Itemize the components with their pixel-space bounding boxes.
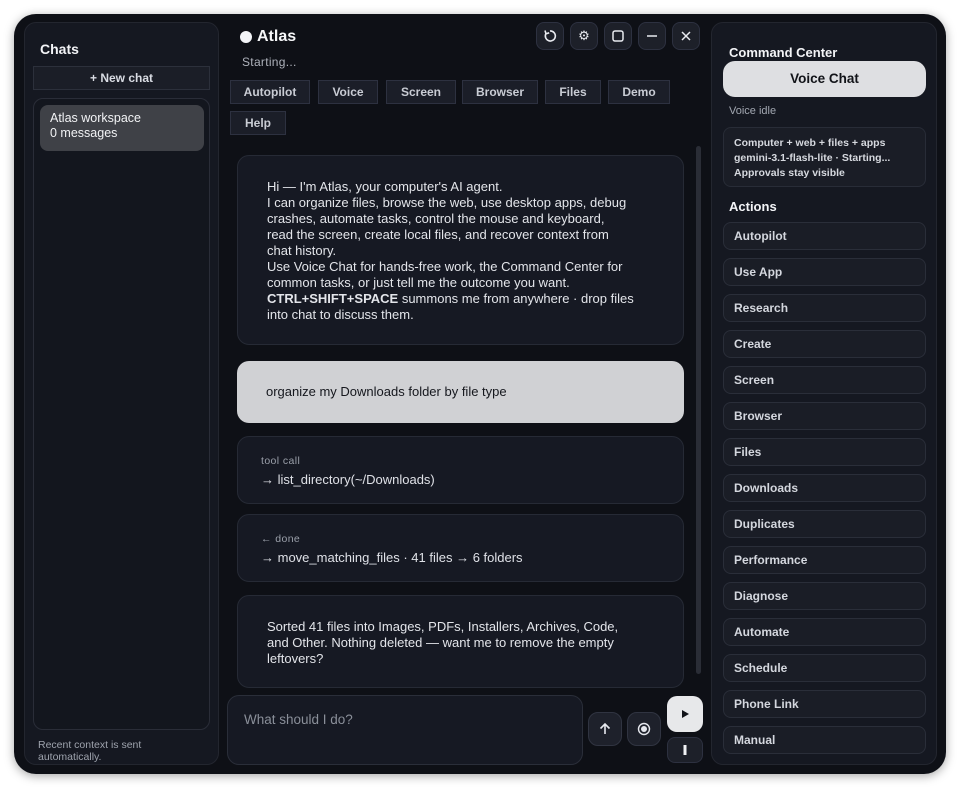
tool-call-text: → list_directory(~/Downloads)	[261, 472, 435, 487]
shortcut-keys: CTRL+SHIFT+SPACE	[267, 291, 399, 306]
intro-line: into chat to discuss them.	[267, 307, 414, 322]
intro-line: I can organize files, browse the web, us…	[267, 195, 627, 210]
action-manual[interactable]: Manual	[723, 726, 926, 754]
user-message: organize my Downloads folder by file typ…	[237, 361, 684, 423]
action-autopilot[interactable]: Autopilot	[723, 222, 926, 250]
user-message-text: organize my Downloads folder by file typ…	[266, 384, 507, 399]
intro-line: Hi — I'm Atlas, your computer's AI agent…	[267, 179, 503, 194]
intro-line: crashes, automate tasks, control the mou…	[267, 211, 605, 226]
minimize-icon	[647, 35, 657, 37]
voice-record-button[interactable]	[627, 712, 661, 746]
app-window: Chats + New chat Atlas workspace 0 messa…	[14, 14, 946, 774]
send-button[interactable]	[667, 696, 703, 732]
model-line: gemini-3.1-flash-lite · Starting...	[734, 152, 891, 164]
reply-line: and Other. Nothing deleted — want me to …	[267, 635, 614, 650]
command-center-title: Command Center	[729, 45, 838, 60]
action-duplicates[interactable]: Duplicates	[723, 510, 926, 538]
action-downloads[interactable]: Downloads	[723, 474, 926, 502]
approvals-line: Approvals stay visible	[734, 167, 845, 179]
tab-browser[interactable]: Browser	[462, 80, 538, 104]
intro-line: chat history.	[267, 243, 337, 258]
reply-text: Sorted 41 files into Images, PDFs, Insta…	[267, 619, 618, 667]
conversation-scrollbar[interactable]	[696, 146, 701, 674]
upload-button[interactable]	[588, 712, 622, 746]
action-performance[interactable]: Performance	[723, 546, 926, 574]
app-name: Atlas	[257, 28, 297, 45]
voice-status: Voice idle	[729, 105, 777, 117]
action-files[interactable]: Files	[723, 438, 926, 466]
action-screen[interactable]: Screen	[723, 366, 926, 394]
intro-line: common tasks, or just tell me the outcom…	[267, 275, 570, 290]
close-button[interactable]	[672, 22, 700, 50]
chats-sidebar: Chats + New chat Atlas workspace 0 messa…	[24, 22, 219, 765]
tool-result-text: → move_matching_files · 41 files → 6 fol…	[261, 550, 523, 565]
gear-icon: ⚙	[578, 28, 590, 43]
chat-list: Atlas workspace 0 messages	[33, 98, 210, 730]
chat-item-count: 0 messages	[50, 126, 118, 140]
voice-chat-button[interactable]: Voice Chat	[723, 61, 926, 97]
reply-line: Sorted 41 files into Images, PDFs, Insta…	[267, 619, 619, 634]
maximize-icon	[612, 30, 624, 42]
tab-demo[interactable]: Demo	[608, 80, 670, 104]
action-diagnose[interactable]: Diagnose	[723, 582, 926, 610]
sidebar-title: Chats	[40, 41, 79, 57]
capabilities-line: Computer + web + files + apps	[734, 137, 886, 149]
new-chat-button[interactable]: + New chat	[33, 66, 210, 90]
action-use-app[interactable]: Use App	[723, 258, 926, 286]
tool-result-label: ← done	[261, 533, 301, 545]
settings-button[interactable]: ⚙	[570, 22, 598, 50]
shortcut-description: summons me from anywhere · drop files	[398, 291, 634, 306]
action-browser[interactable]: Browser	[723, 402, 926, 430]
message-input[interactable]	[244, 708, 564, 730]
status-dot-icon	[240, 31, 252, 43]
maximize-button[interactable]	[604, 22, 632, 50]
actions-title: Actions	[729, 199, 777, 214]
intro-line: read the screen, create local files, and…	[267, 227, 609, 242]
action-research[interactable]: Research	[723, 294, 926, 322]
sidebar-footer-note: Recent context is sent automatically.	[38, 739, 142, 763]
tool-call-card: tool call → list_directory(~/Downloads)	[237, 436, 684, 504]
tool-result-card: ← done → move_matching_files · 41 files …	[237, 514, 684, 582]
stop-bar-icon	[683, 745, 687, 755]
chat-item-atlas-workspace[interactable]: Atlas workspace 0 messages	[40, 105, 204, 151]
tool-call-label: tool call	[261, 455, 301, 467]
agent-info-card: Computer + web + files + apps gemini-3.1…	[723, 127, 926, 187]
app-status: Starting...	[242, 55, 297, 69]
stop-button[interactable]	[667, 737, 703, 763]
chat-item-title: Atlas workspace	[50, 111, 142, 125]
intro-text: Hi — I'm Atlas, your computer's AI agent…	[267, 179, 634, 323]
tab-voice[interactable]: Voice	[318, 80, 378, 104]
refresh-button[interactable]	[536, 22, 564, 50]
close-icon	[681, 31, 691, 41]
reply-line: leftovers?	[267, 651, 324, 666]
action-schedule[interactable]: Schedule	[723, 654, 926, 682]
assistant-intro-message: Hi — I'm Atlas, your computer's AI agent…	[237, 155, 684, 345]
arrow-up-icon	[599, 722, 611, 734]
intro-line: Use Voice Chat for hands-free work, the …	[267, 259, 623, 274]
message-composer	[227, 695, 583, 765]
action-automate[interactable]: Automate	[723, 618, 926, 646]
play-icon	[682, 710, 689, 718]
action-phone-link[interactable]: Phone Link	[723, 690, 926, 718]
record-icon	[637, 722, 651, 736]
assistant-reply-message: Sorted 41 files into Images, PDFs, Insta…	[237, 595, 684, 688]
tab-help[interactable]: Help	[230, 111, 286, 135]
minimize-button[interactable]	[638, 22, 666, 50]
refresh-icon	[544, 30, 557, 42]
tab-autopilot[interactable]: Autopilot	[230, 80, 310, 104]
tab-files[interactable]: Files	[545, 80, 601, 104]
app-brand: Atlas	[240, 28, 296, 46]
action-create[interactable]: Create	[723, 330, 926, 358]
command-center-panel: Command Center Voice Chat Voice idle Com…	[711, 22, 937, 765]
intro-line: CTRL+SHIFT+SPACE summons me from anywher…	[267, 291, 634, 307]
tab-screen[interactable]: Screen	[386, 80, 456, 104]
